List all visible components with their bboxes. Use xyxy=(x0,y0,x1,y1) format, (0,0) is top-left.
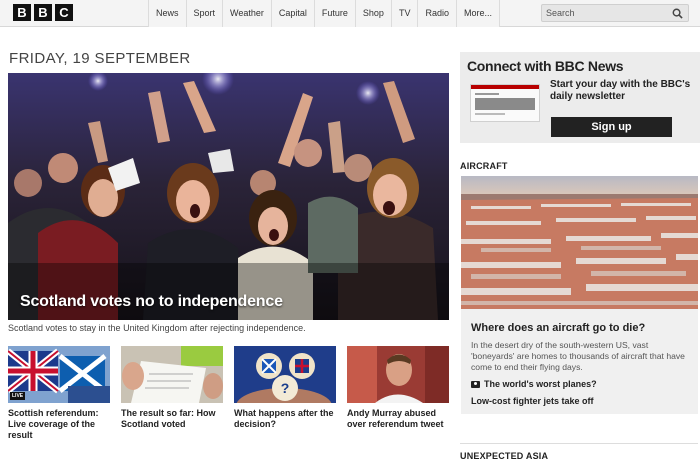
story-title[interactable]: The result so far: How Scotland voted xyxy=(121,408,223,430)
story-card[interactable]: The result so far: How Scotland voted xyxy=(121,346,223,430)
story-thumbnail[interactable]: ? xyxy=(234,346,336,403)
nav-shop[interactable]: Shop xyxy=(354,0,391,27)
cupcakes-image: ? xyxy=(234,346,336,403)
story-title[interactable]: What happens after the decision? xyxy=(234,408,336,430)
hero-caption: Scotland votes to stay in the United Kin… xyxy=(8,323,306,333)
ballot-counting-image xyxy=(121,346,223,403)
story-card[interactable]: LIVE Scottish referendum: Live coverage … xyxy=(8,346,110,441)
hero-image xyxy=(8,73,449,320)
search-icon[interactable] xyxy=(672,8,683,19)
top-bar: B B C News Sport Weather Capital Future … xyxy=(0,0,700,27)
newsletter-title: Connect with BBC News xyxy=(467,58,624,74)
logo-letter-b1: B xyxy=(13,4,31,21)
hero-headline[interactable]: Scotland votes no to independence xyxy=(20,293,283,311)
logo-letter-c: C xyxy=(55,4,73,21)
worst-planes-link[interactable]: The world's worst planes? xyxy=(471,379,597,389)
section-divider xyxy=(460,443,698,444)
sign-up-button[interactable]: Sign up xyxy=(551,117,672,137)
story-thumbnail[interactable] xyxy=(347,346,449,403)
section-label-unexpected-asia[interactable]: UNEXPECTED ASIA xyxy=(460,451,548,461)
main-nav: News Sport Weather Capital Future Shop T… xyxy=(148,0,500,27)
nav-tv[interactable]: TV xyxy=(390,0,418,27)
nav-news[interactable]: News xyxy=(148,0,186,27)
story-title[interactable]: Scottish referendum: Live coverage of th… xyxy=(8,408,110,441)
newsletter-text: Start your day with the BBC's daily news… xyxy=(550,79,691,102)
aircraft-story-title[interactable]: Where does an aircraft go to die? xyxy=(471,322,645,334)
story-thumbnail[interactable] xyxy=(121,346,223,403)
nav-more[interactable]: More... xyxy=(455,0,500,27)
nav-future[interactable]: Future xyxy=(313,0,355,27)
story-thumbnail[interactable]: LIVE xyxy=(8,346,110,403)
aircraft-story-panel: Where does an aircraft go to die? In the… xyxy=(461,309,698,414)
search-input[interactable] xyxy=(546,6,670,20)
story-card[interactable]: Andy Murray abused over referendum tweet xyxy=(347,346,449,430)
aircraft-story-summary: In the desert dry of the south-western U… xyxy=(471,340,685,372)
nav-capital[interactable]: Capital xyxy=(270,0,314,27)
story-title[interactable]: Andy Murray abused over referendum tweet xyxy=(347,408,449,430)
svg-text:?: ? xyxy=(281,380,290,396)
nav-radio[interactable]: Radio xyxy=(417,0,456,27)
nav-weather[interactable]: Weather xyxy=(222,0,271,27)
newsletter-promo: Connect with BBC News Start your day wit… xyxy=(460,52,700,143)
newsletter-preview xyxy=(470,84,540,122)
nav-sport[interactable]: Sport xyxy=(185,0,223,27)
camera-icon xyxy=(471,380,480,388)
section-label-aircraft[interactable]: AIRCRAFT xyxy=(460,161,508,171)
aircraft-boneyard-image xyxy=(461,176,698,309)
logo-letter-b2: B xyxy=(34,4,52,21)
newsletter-preview-image xyxy=(471,85,539,115)
search-box xyxy=(541,4,689,22)
fighter-jets-link[interactable]: Low-cost fighter jets take off xyxy=(471,396,594,406)
andy-murray-image xyxy=(347,346,449,403)
hero-story[interactable]: Scotland votes no to independence xyxy=(8,73,449,320)
story-card[interactable]: ? What happens after the decision? xyxy=(234,346,336,430)
bbc-logo[interactable]: B B C xyxy=(13,4,73,21)
aircraft-story-image[interactable] xyxy=(461,176,698,309)
date-heading: FRIDAY, 19 SEPTEMBER xyxy=(9,50,191,67)
live-badge: LIVE xyxy=(10,392,26,400)
worst-planes-link-label[interactable]: The world's worst planes? xyxy=(484,379,597,389)
